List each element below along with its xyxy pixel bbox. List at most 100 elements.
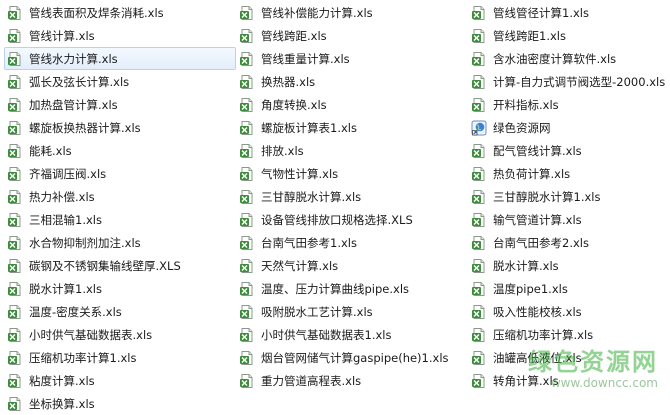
file-item-label: 螺旋板换热器计算.xls	[29, 120, 141, 135]
file-item[interactable]: 坐标换算.xls	[4, 392, 236, 415]
file-item[interactable]: 温度、压力计算曲线pipe.xls	[236, 277, 468, 300]
excel-file-icon	[471, 258, 487, 274]
file-item[interactable]: 计算-自力式调节阀选型-2000.xls	[468, 70, 668, 93]
file-item-label: 吸附脱水工艺计算.xls	[261, 304, 373, 319]
file-item[interactable]: 设备管线排放口规格选择.XLS	[236, 208, 468, 231]
file-item[interactable]: 烟台管网储气计算gaspipe(he)1.xls	[236, 346, 468, 369]
excel-file-icon	[239, 143, 255, 159]
file-item-label: 热力补偿.xls	[29, 189, 95, 204]
watermark-title: 绿色资源网	[528, 348, 658, 376]
file-item[interactable]: 脱水计算1.xls	[4, 277, 236, 300]
excel-file-icon	[239, 97, 255, 113]
file-item[interactable]: 温度-密度关系.xls	[4, 300, 236, 323]
file-item-label: 弧长及弦长计算.xls	[29, 74, 130, 89]
file-item-label: 脱水计算.xls	[493, 258, 559, 273]
excel-file-icon	[239, 189, 255, 205]
file-item-label: 天然气计算.xls	[261, 258, 339, 273]
file-item-label: 计算-自力式调节阀选型-2000.xls	[493, 74, 666, 89]
internet-shortcut-icon	[471, 120, 487, 136]
file-item[interactable]: 吸附脱水工艺计算.xls	[236, 300, 468, 323]
file-item[interactable]: 重力管道高程表.xls	[236, 369, 468, 392]
file-item-label: 能耗.xls	[29, 143, 72, 158]
file-item[interactable]: 温度pipe1.xls	[468, 277, 668, 300]
excel-file-icon	[471, 350, 487, 366]
file-item-label: 脱水计算1.xls	[29, 281, 102, 296]
file-item[interactable]: 排放.xls	[236, 139, 468, 162]
excel-file-icon	[471, 327, 487, 343]
file-item[interactable]: 碳钢及不锈钢集输线壁厚.XLS	[4, 254, 236, 277]
excel-file-icon	[239, 51, 255, 67]
file-item[interactable]: 吸入性能校核.xls	[468, 300, 668, 323]
excel-file-icon	[471, 304, 487, 320]
file-item[interactable]: 脱水计算.xls	[468, 254, 668, 277]
file-item[interactable]: 压缩机功率计算1.xls	[4, 346, 236, 369]
file-item[interactable]: 配气管线计算.xls	[468, 139, 668, 162]
excel-file-icon	[7, 51, 23, 67]
file-item[interactable]: 热力补偿.xls	[4, 185, 236, 208]
file-item[interactable]: 台南气田参考2.xls	[468, 231, 668, 254]
excel-file-icon	[7, 189, 23, 205]
file-item[interactable]: 管线水力计算.xls	[4, 47, 236, 70]
excel-file-icon	[239, 212, 255, 228]
file-item-label: 管线水力计算.xls	[29, 51, 118, 66]
file-item[interactable]: 粘度计算.xls	[4, 369, 236, 392]
file-item[interactable]: 台南气田参考1.xls	[236, 231, 468, 254]
file-item[interactable]: 天然气计算.xls	[236, 254, 468, 277]
file-item[interactable]: 绿色资源网	[468, 116, 668, 139]
file-item[interactable]: 螺旋板换热器计算.xls	[4, 116, 236, 139]
excel-file-icon	[239, 281, 255, 297]
file-item-label: 设备管线排放口规格选择.XLS	[261, 212, 413, 227]
excel-file-icon	[471, 166, 487, 182]
file-item[interactable]: 加热盘管计算.xls	[4, 93, 236, 116]
file-item[interactable]: 输气管道计算.xls	[468, 208, 668, 231]
excel-file-icon	[7, 350, 23, 366]
file-item[interactable]: 管线表面积及焊条消耗.xls	[4, 1, 236, 24]
excel-file-icon	[7, 304, 23, 320]
excel-file-icon	[239, 373, 255, 389]
excel-file-icon	[239, 5, 255, 21]
file-item-label: 齐福调压阀.xls	[29, 166, 107, 181]
file-item[interactable]: 小时供气基础数据表1.xls	[236, 323, 468, 346]
file-item[interactable]: 齐福调压阀.xls	[4, 162, 236, 185]
file-item-label: 含水油密度计算软件.xls	[493, 51, 617, 66]
file-item[interactable]: 三相混输1.xls	[4, 208, 236, 231]
file-item[interactable]: 管线补偿能力计算.xls	[236, 1, 468, 24]
file-item-label: 小时供气基础数据表1.xls	[261, 327, 392, 342]
file-item[interactable]: 换热器.xls	[236, 70, 468, 93]
file-item[interactable]: 开料指标.xls	[468, 93, 668, 116]
file-item[interactable]: 含水油密度计算软件.xls	[468, 47, 668, 70]
file-item-label: 热负荷计算.xls	[493, 166, 571, 181]
file-item[interactable]: 管线管径计算1.xls	[468, 1, 668, 24]
excel-file-icon	[7, 327, 23, 343]
excel-file-icon	[7, 258, 23, 274]
excel-file-icon	[471, 51, 487, 67]
file-item-label: 坐标换算.xls	[29, 396, 95, 411]
file-item[interactable]: 管线跨距.xls	[236, 24, 468, 47]
file-item[interactable]: 螺旋板计算表1.xls	[236, 116, 468, 139]
file-item[interactable]: 能耗.xls	[4, 139, 236, 162]
site-watermark: 绿色资源网 www.downcc.com	[528, 350, 658, 389]
file-item-label: 气物性计算.xls	[261, 166, 339, 181]
file-item[interactable]: 管线重量计算.xls	[236, 47, 468, 70]
file-item[interactable]: 气物性计算.xls	[236, 162, 468, 185]
file-item-label: 绿色资源网	[493, 120, 551, 135]
file-item[interactable]: 管线计算.xls	[4, 24, 236, 47]
file-item[interactable]: 角度转换.xls	[236, 93, 468, 116]
file-item[interactable]: 三甘醇脱水计算.xls	[236, 185, 468, 208]
file-item-label: 螺旋板计算表1.xls	[261, 120, 357, 135]
excel-file-icon	[239, 166, 255, 182]
file-item-label: 台南气田参考2.xls	[493, 235, 589, 250]
file-item-label: 换热器.xls	[261, 74, 316, 89]
file-item[interactable]: 热负荷计算.xls	[468, 162, 668, 185]
file-item[interactable]: 管线跨距1.xls	[468, 24, 668, 47]
file-item[interactable]: 弧长及弦长计算.xls	[4, 70, 236, 93]
file-item-label: 吸入性能校核.xls	[493, 304, 582, 319]
file-item[interactable]: 三甘醇脱水计算1.xls	[468, 185, 668, 208]
file-item-label: 小时供气基础数据表.xls	[29, 327, 153, 342]
excel-file-icon	[471, 235, 487, 251]
file-item[interactable]: 水合物抑制剂加注.xls	[4, 231, 236, 254]
excel-file-icon	[7, 373, 23, 389]
file-item[interactable]: 小时供气基础数据表.xls	[4, 323, 236, 346]
file-item[interactable]: 压缩机功率计算.xls	[468, 323, 668, 346]
excel-file-icon	[239, 28, 255, 44]
